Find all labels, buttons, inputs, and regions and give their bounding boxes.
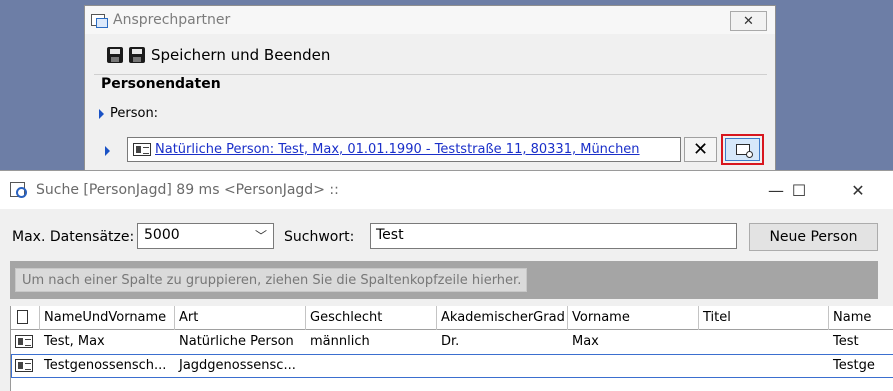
column-header[interactable]: Titel <box>699 306 829 330</box>
column-header[interactable]: AkademischerGrad <box>437 306 568 330</box>
search-label: Suchwort: <box>284 229 355 245</box>
document-icon <box>17 310 28 324</box>
table-row-selected[interactable]: Testgenossensch... Jagdgenossensc... Tes… <box>11 354 893 378</box>
person-card-icon <box>15 335 33 348</box>
table-cell: Testge <box>833 358 875 373</box>
table-cell: männlich <box>310 334 370 349</box>
expand-arrow-icon <box>99 108 104 119</box>
grid-header: NameUndVorname Art Geschlecht Akademisch… <box>11 306 893 330</box>
title-bar: Ansprechpartner <box>85 6 775 34</box>
close-button[interactable]: ✕ <box>835 171 881 209</box>
new-person-label: Neue Person <box>769 229 858 245</box>
search-window-icon <box>10 182 28 198</box>
person-link-field: Natürliche Person: Test, Max, 01.01.1990… <box>127 137 681 162</box>
chevron-down-icon: ﹀ <box>254 229 267 243</box>
maximize-button[interactable]: ☐ <box>776 171 822 209</box>
column-header[interactable]: Geschlecht <box>306 306 437 330</box>
group-by-hint: Um nach einer Spalte zu gruppieren, zieh… <box>15 268 528 292</box>
save-close-button[interactable]: Speichern und Beenden <box>151 46 330 64</box>
close-icon: ✕ <box>743 13 754 29</box>
search-button-face <box>725 138 760 161</box>
table-cell <box>568 354 699 378</box>
clear-person-button[interactable]: ✕ <box>684 137 717 162</box>
personendaten-group: Personendaten <box>94 74 767 179</box>
person-section-header[interactable]: Person: <box>99 106 158 121</box>
search-input-value: Test <box>376 227 404 243</box>
table-cell <box>699 330 829 354</box>
window-app-icon <box>91 13 108 28</box>
table-cell <box>306 354 437 378</box>
column-header[interactable]: Vorname <box>568 306 699 330</box>
expand-arrow-icon[interactable] <box>105 146 110 156</box>
search-window: Suche [PersonJagd] 89 ms <PersonJagd> ::… <box>0 170 893 391</box>
clear-icon: ✕ <box>692 139 709 160</box>
table-cell <box>699 354 829 378</box>
search-title-bar: Suche [PersonJagd] 89 ms <PersonJagd> ::… <box>0 171 893 209</box>
results-grid: NameUndVorname Art Geschlecht Akademisch… <box>10 306 893 391</box>
search-person-button[interactable] <box>721 134 764 165</box>
row-icon-cell <box>11 354 40 378</box>
table-cell: Jagdgenossensc... <box>179 358 296 373</box>
table-row[interactable]: Test, Max Natürliche Person männlich Dr.… <box>11 330 893 354</box>
ansprechpartner-window: Ansprechpartner ✕ Speichern und Beenden … <box>84 5 776 180</box>
toolbar: Speichern und Beenden <box>107 46 330 64</box>
close-button[interactable]: ✕ <box>730 11 767 31</box>
person-card-icon <box>15 359 33 372</box>
new-person-button[interactable]: Neue Person <box>749 223 878 251</box>
column-header[interactable]: Name <box>829 306 893 330</box>
search-icon <box>735 144 753 158</box>
max-records-label: Max. Datensätze: <box>12 229 135 245</box>
search-input[interactable]: Test <box>370 223 737 249</box>
max-records-value: 5000 <box>144 227 180 243</box>
window-title: Ansprechpartner <box>113 12 231 28</box>
person-label: Person: <box>110 106 159 121</box>
group-by-panel[interactable]: Um nach einer Spalte zu gruppieren, zieh… <box>10 261 878 299</box>
table-cell: Testgenossensch... <box>44 358 167 373</box>
table-cell: Test <box>833 334 859 349</box>
person-card-icon <box>133 143 151 156</box>
table-cell: Dr. <box>441 334 460 349</box>
table-cell <box>437 354 568 378</box>
column-header[interactable]: NameUndVorname <box>40 306 175 330</box>
save-close-icon <box>129 47 145 63</box>
column-header[interactable]: Art <box>175 306 306 330</box>
person-link[interactable]: Natürliche Person: Test, Max, 01.01.1990… <box>155 142 640 157</box>
search-window-title: Suche [PersonJagd] 89 ms <PersonJagd> :: <box>36 182 339 198</box>
max-records-select[interactable]: 5000 ﹀ <box>137 223 274 249</box>
table-cell: Natürliche Person <box>179 334 294 349</box>
table-cell: Max <box>572 334 599 349</box>
save-icon[interactable] <box>107 47 123 63</box>
row-icon-cell <box>11 330 40 354</box>
header-row-icon-column[interactable] <box>11 306 40 330</box>
group-title: Personendaten <box>101 76 221 92</box>
table-cell: Test, Max <box>44 334 105 349</box>
